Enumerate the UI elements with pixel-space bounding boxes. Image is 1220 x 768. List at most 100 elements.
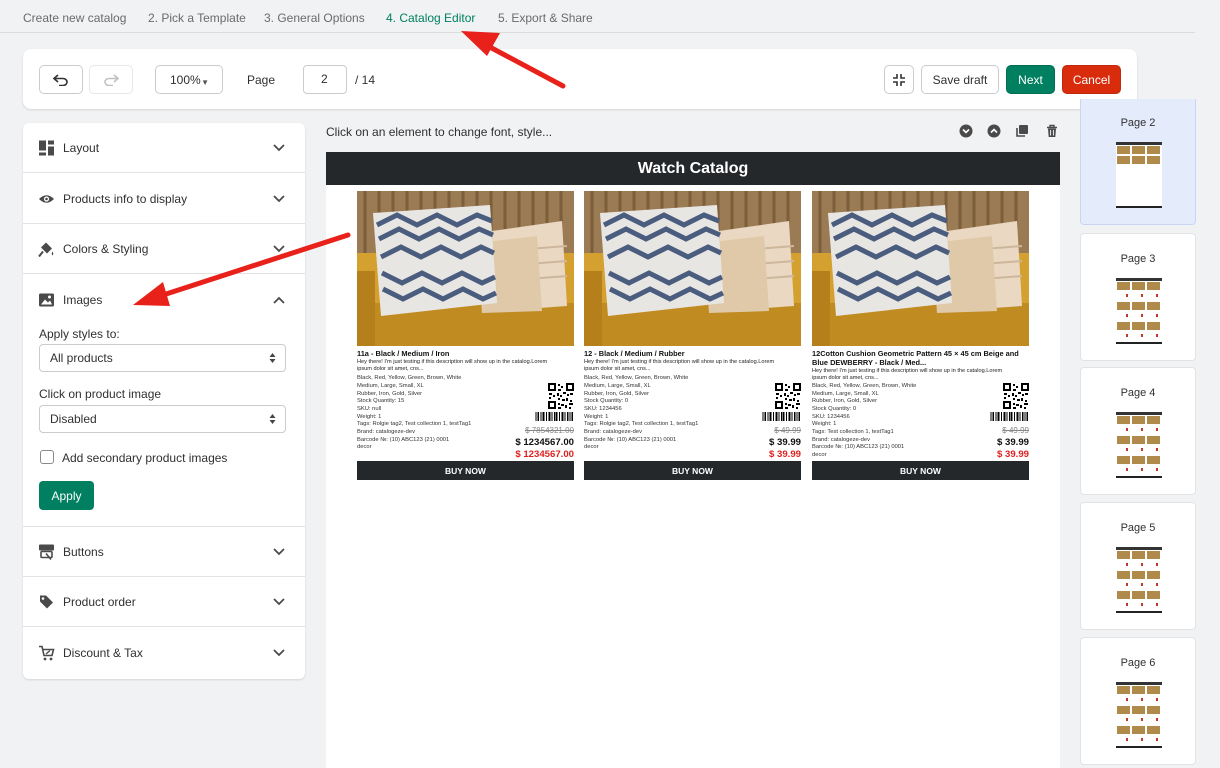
accordion-product-order[interactable]: Product order <box>23 577 305 627</box>
product-sku[interactable]: SKU: 1234456 <box>584 406 734 414</box>
buy-now-button[interactable]: BUY NOW <box>357 461 574 480</box>
product-card[interactable]: 12 - Black / Medium / Rubber Hey there! … <box>584 191 801 481</box>
product-price[interactable]: $ 39.99 <box>997 437 1029 448</box>
page-thumbnail[interactable]: Page 6 <box>1080 637 1196 765</box>
compare-price[interactable]: $ 7854321.00 <box>525 426 574 435</box>
product-barcode-number[interactable]: Barcode №: (10) ABC123 (21) 0001 <box>812 444 962 452</box>
product-image[interactable] <box>584 191 801 346</box>
step-pick-template[interactable]: 2. Pick a Template <box>148 11 246 25</box>
move-up-icon[interactable] <box>987 124 1001 138</box>
product-type[interactable]: decor <box>584 444 734 452</box>
accordion-discount-tax[interactable]: Discount & Tax <box>23 628 305 678</box>
product-tags[interactable]: Tags: Rolgie tag2, Test collection 1, te… <box>357 421 507 429</box>
product-stock[interactable]: Stock Quantity: 0 <box>812 406 962 414</box>
page-thumbnail[interactable]: Page 3 <box>1080 233 1196 361</box>
product-colors[interactable]: Black, Red, Yellow, Green, Brown, White <box>812 383 962 391</box>
product-description[interactable]: Hey there! I'm just testing if this desc… <box>357 359 562 373</box>
page-number-input[interactable]: 2 <box>303 65 347 94</box>
product-tags[interactable]: Tags: Rolgie tag2, Test collection 1, te… <box>584 421 734 429</box>
cancel-button[interactable]: Cancel <box>1062 65 1121 94</box>
click-image-label: Click on product image <box>39 387 162 401</box>
trash-icon[interactable] <box>1045 124 1059 138</box>
sale-price[interactable]: $ 39.99 <box>769 449 801 460</box>
step-catalog-editor[interactable]: 4. Catalog Editor <box>386 11 475 25</box>
accordion-colors-styling[interactable]: Colors & Styling <box>23 224 305 274</box>
image-icon <box>39 293 54 307</box>
apply-styles-value: All products <box>50 351 113 365</box>
sale-price[interactable]: $ 39.99 <box>997 449 1029 460</box>
accordion-buttons[interactable]: Buttons <box>23 527 305 577</box>
product-type[interactable]: decor <box>812 452 962 460</box>
apply-button[interactable]: Apply <box>39 481 94 510</box>
move-down-icon[interactable] <box>959 124 973 138</box>
product-description[interactable]: Hey there! I'm just testing if this desc… <box>584 359 789 373</box>
product-card[interactable]: 11a - Black / Medium / Iron Hey there! I… <box>357 191 574 481</box>
secondary-images-checkbox[interactable] <box>40 450 54 464</box>
product-brand[interactable]: Brand: catalogeze-dev <box>357 429 507 437</box>
catalog-page-canvas[interactable]: Watch Catalog 11a - Black / Medium / Iro… <box>326 152 1060 768</box>
chevron-down-icon <box>273 194 285 202</box>
product-sku[interactable]: SKU: null <box>357 406 507 414</box>
cart-discount-icon <box>39 645 55 661</box>
accordion-layout[interactable]: Layout <box>23 123 305 173</box>
product-image[interactable] <box>357 191 574 346</box>
click-image-value: Disabled <box>50 412 97 426</box>
product-card[interactable]: 12Cotton Cushion Geometric Pattern 45 × … <box>812 191 1029 481</box>
apply-styles-select[interactable]: All products <box>39 344 286 372</box>
product-title[interactable]: 11a - Black / Medium / Iron <box>357 349 574 358</box>
qr-code-icon <box>548 383 574 409</box>
images-settings: Apply styles to: All products Click on p… <box>23 323 305 527</box>
zoom-select[interactable]: 100% ▼ <box>155 65 223 94</box>
redo-button[interactable] <box>89 65 133 94</box>
product-description[interactable]: Hey there! I'm just testing if this desc… <box>812 368 1017 382</box>
select-arrows-icon <box>269 353 276 363</box>
product-sizes[interactable]: Medium, Large, Small, XL <box>584 383 734 391</box>
fit-screen-button[interactable] <box>884 65 914 94</box>
thumbnail-label: Page 4 <box>1120 387 1156 399</box>
accordion-products-info[interactable]: Products info to display <box>23 174 305 224</box>
product-weight[interactable]: Weight: 1 <box>812 421 962 429</box>
qr-code-icon <box>775 383 801 409</box>
step-export-share[interactable]: 5. Export & Share <box>498 11 593 25</box>
compare-price[interactable]: $ 49.99 <box>1002 426 1029 435</box>
product-stock[interactable]: Stock Quantity: 15 <box>357 398 507 406</box>
product-colors[interactable]: Black, Red, Yellow, Green, Brown, White <box>357 375 507 383</box>
buy-now-button[interactable]: BUY NOW <box>584 461 801 480</box>
qr-code-icon <box>1003 383 1029 409</box>
product-type[interactable]: decor <box>357 444 507 452</box>
product-sizes[interactable]: Medium, Large, Small, XL <box>357 383 507 391</box>
duplicate-icon[interactable] <box>1015 124 1029 138</box>
product-tags[interactable]: Tags: Test collection 1, testTag1 <box>812 429 962 437</box>
select-arrows-icon <box>269 414 276 424</box>
product-stock[interactable]: Stock Quantity: 0 <box>584 398 734 406</box>
sale-price[interactable]: $ 1234567.00 <box>515 449 574 460</box>
product-brand[interactable]: Brand: catalogeze-dev <box>584 429 734 437</box>
next-button[interactable]: Next <box>1006 65 1055 94</box>
product-image[interactable] <box>812 191 1029 346</box>
step-general-options[interactable]: 3. General Options <box>264 11 365 25</box>
product-price[interactable]: $ 1234567.00 <box>515 437 574 448</box>
buy-now-button[interactable]: BUY NOW <box>812 461 1029 480</box>
catalog-title[interactable]: Watch Catalog <box>326 152 1060 185</box>
product-colors[interactable]: Black, Red, Yellow, Green, Brown, White <box>584 375 734 383</box>
click-image-select[interactable]: Disabled <box>39 405 286 433</box>
product-title[interactable]: 12 - Black / Medium / Rubber <box>584 349 801 358</box>
accordion-images[interactable]: Images <box>23 275 305 325</box>
product-price[interactable]: $ 39.99 <box>769 437 801 448</box>
save-draft-button[interactable]: Save draft <box>921 65 999 94</box>
page-thumbnail[interactable]: Page 5 <box>1080 502 1196 630</box>
undo-button[interactable] <box>39 65 83 94</box>
eye-icon <box>39 194 54 203</box>
thumbnail-preview <box>1116 412 1162 478</box>
barcode-icon <box>762 412 800 421</box>
page-thumbnail[interactable]: Page 2 <box>1080 99 1196 225</box>
product-title[interactable]: 12Cotton Cushion Geometric Pattern 45 × … <box>812 349 1029 367</box>
page-label: Page <box>247 73 276 87</box>
product-materials[interactable]: Rubber, Iron, Gold, Silver <box>812 398 962 406</box>
page-thumbnail[interactable]: Page 4 <box>1080 367 1196 495</box>
step-create-catalog[interactable]: Create new catalog <box>23 11 126 25</box>
settings-panel: Layout Products info to display Colors &… <box>23 123 305 679</box>
chevron-down-icon <box>273 244 285 252</box>
editor-toolbar: 100% ▼ Page 2 / 14 Save draft Next Cance… <box>23 49 1137 109</box>
compare-price[interactable]: $ 49.99 <box>774 426 801 435</box>
